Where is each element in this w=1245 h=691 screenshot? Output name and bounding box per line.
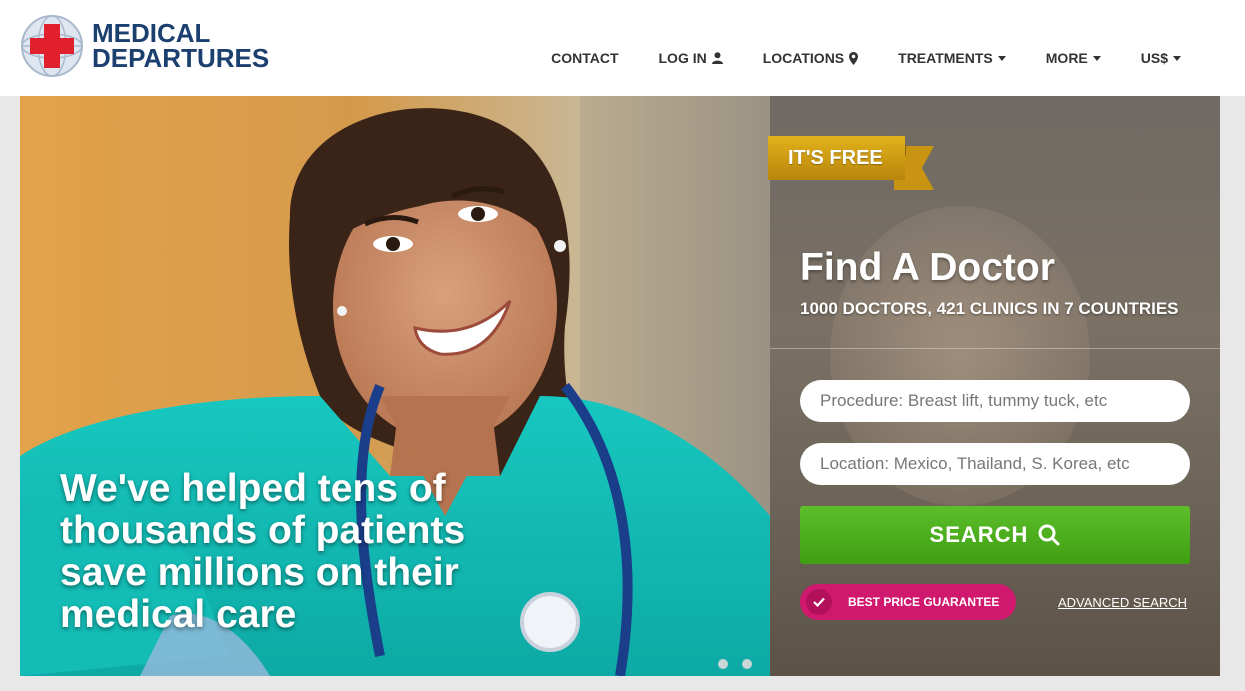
map-marker-icon — [849, 51, 859, 65]
nav-locations-label: LOCATIONS — [762, 50, 845, 66]
nav-currency-label: US$ — [1140, 50, 1168, 66]
logo-line-2: DEPARTURES — [92, 43, 270, 73]
best-price-guarantee-badge[interactable]: BEST PRICE GUARANTEE — [800, 584, 1016, 620]
carousel-dot-2[interactable] — [742, 659, 752, 669]
procedure-input[interactable] — [800, 380, 1190, 422]
carousel-dot-1[interactable] — [718, 659, 728, 669]
nav-contact[interactable]: CONTACT — [551, 50, 618, 66]
search-button-label: SEARCH — [929, 522, 1029, 547]
nav-locations[interactable]: LOCATIONS — [762, 50, 859, 66]
nav-currency[interactable]: US$ — [1141, 50, 1181, 66]
nav-treatments-label: TREATMENTS — [898, 50, 993, 66]
find-doctor-panel: IT'S FREE Find A Doctor 1000 DOCTORS, 42… — [768, 96, 1220, 676]
check-icon — [806, 589, 832, 615]
panel-title: Find A Doctor — [800, 246, 1055, 289]
panel-divider — [770, 348, 1220, 349]
nav-more-label: MORE — [1045, 50, 1088, 66]
hero-carousel: We've helped tens of thousands of patien… — [20, 96, 1220, 676]
panel-subtitle: 1000 DOCTORS, 421 CLINICS IN 7 COUNTRIES — [800, 299, 1179, 318]
carousel-dots — [718, 659, 752, 669]
nav-more[interactable]: MORE — [1046, 50, 1101, 66]
nav-login[interactable]: LOG IN — [659, 50, 723, 66]
hero-tagline: We've helped tens of thousands of patien… — [60, 467, 466, 636]
caret-down-icon — [1173, 55, 1181, 61]
medical-cross-globe-icon — [21, 15, 83, 77]
search-button[interactable]: SEARCH — [800, 506, 1190, 564]
advanced-search-link[interactable]: ADVANCED SEARCH — [1058, 595, 1187, 610]
site-header: MEDICAL DEPARTURES CONTACT LOG IN LOCATI… — [0, 0, 1245, 96]
main-nav: CONTACT LOG IN LOCATIONS TREATMENTS MORE… — [551, 50, 1181, 66]
user-icon — [711, 52, 723, 64]
nav-contact-label: CONTACT — [551, 50, 619, 66]
caret-down-icon — [997, 55, 1006, 61]
free-badge: IT'S FREE — [768, 136, 934, 190]
nav-login-label: LOG IN — [658, 50, 707, 66]
logo-wordmark: MEDICAL DEPARTURES — [92, 20, 270, 73]
nav-treatments[interactable]: TREATMENTS — [898, 50, 1006, 66]
free-badge-label: IT'S FREE — [768, 136, 905, 180]
search-icon — [1038, 524, 1060, 546]
caret-down-icon — [1092, 55, 1101, 61]
best-price-guarantee-label: BEST PRICE GUARANTEE — [848, 595, 1000, 609]
location-input[interactable] — [800, 443, 1190, 485]
logo[interactable]: MEDICAL DEPARTURES — [20, 14, 269, 78]
